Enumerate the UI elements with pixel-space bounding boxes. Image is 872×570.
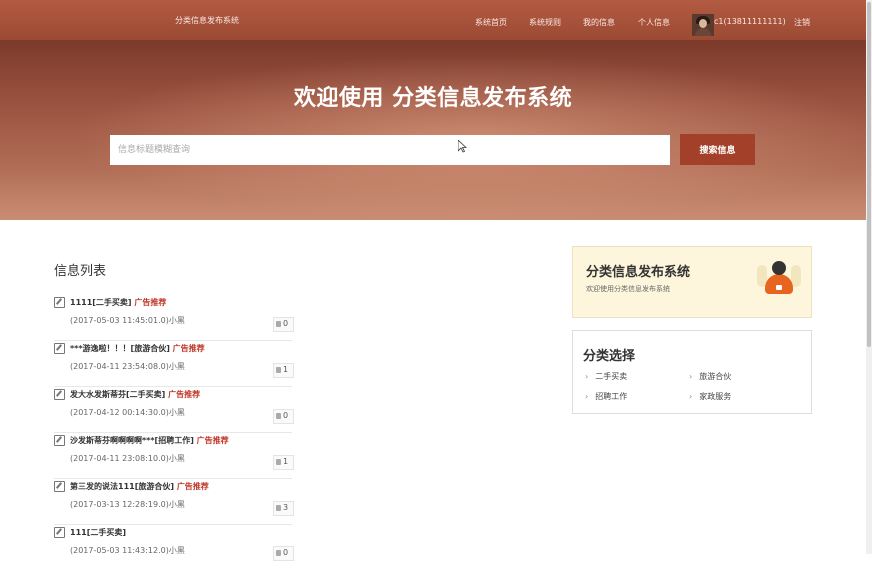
search-button[interactable]: 搜索信息: [680, 134, 755, 165]
item-meta: (2017-04-12 00:14:30.0)小黑: [70, 408, 185, 417]
like-count: 3: [283, 503, 289, 512]
edit-icon: [54, 297, 65, 308]
list-item: 沙发斯蒂芬啊啊啊啊***[招聘工作] 广告推荐 (2017-04-11 23:0…: [54, 432, 294, 479]
ad-tag: 广告推荐: [172, 344, 205, 353]
logout-link[interactable]: 注销: [794, 17, 810, 28]
avatar-body: [695, 28, 711, 36]
promo-panel: 分类信息发布系统 欢迎使用分类信息发布系统: [572, 246, 812, 318]
hero-banner: 欢迎使用 分类信息发布系统 搜索信息: [0, 40, 866, 220]
category-title: 分类选择: [583, 349, 636, 364]
like-count: 1: [283, 365, 289, 374]
thumb-up-icon: [276, 550, 281, 556]
like-button[interactable]: 0: [273, 409, 294, 424]
thumb-up-icon: [276, 321, 281, 327]
ad-tag: 广告推荐: [196, 436, 229, 445]
top-navbar: 分类信息发布系统 系统首页 系统规则 我的信息 个人信息 c1(13811111…: [0, 0, 866, 40]
like-button[interactable]: 1: [273, 363, 294, 378]
ad-tag: 广告推荐: [176, 482, 209, 491]
item-meta: (2017-05-03 11:43:12.0)小黑: [70, 546, 185, 555]
brand-name[interactable]: 分类信息发布系统: [175, 15, 239, 26]
like-button[interactable]: 1: [273, 455, 294, 470]
edit-icon: [54, 481, 65, 492]
scrollbar-thumb[interactable]: [867, 2, 871, 347]
promo-title: 分类信息发布系统: [586, 265, 691, 280]
chevron-right-icon: ›: [585, 372, 589, 381]
section-title: 信息列表: [54, 264, 107, 279]
illustration-badge: [776, 285, 782, 290]
item-title[interactable]: 1111[二手买卖] 广告推荐: [70, 297, 166, 308]
like-count: 0: [283, 548, 289, 557]
category-item[interactable]: › 家政服务: [689, 391, 731, 402]
item-title[interactable]: 111[二手买卖]: [70, 527, 126, 538]
illustration-body: [765, 274, 793, 294]
chevron-right-icon: ›: [689, 372, 693, 381]
hero-title: 欢迎使用 分类信息发布系统: [293, 86, 573, 111]
user-illustration-icon: [757, 259, 801, 303]
thumb-up-icon: [276, 459, 281, 465]
nav-my-info[interactable]: 我的信息: [583, 17, 615, 28]
edit-icon: [54, 527, 65, 538]
item-title[interactable]: 发大水发斯蒂芬[二手买卖] 广告推荐: [70, 389, 200, 400]
list-item: 第三发的说法111[旅游合伙] 广告推荐 (2017-03-13 12:28:1…: [54, 478, 294, 525]
item-meta: (2017-03-13 12:28:19.0)小黑: [70, 500, 185, 509]
avatar-face: [699, 19, 707, 28]
item-title[interactable]: 沙发斯蒂芬啊啊啊啊***[招聘工作] 广告推荐: [70, 435, 229, 446]
like-count: 0: [283, 319, 289, 328]
like-button[interactable]: 0: [273, 317, 294, 332]
nav-home[interactable]: 系统首页: [475, 17, 507, 28]
illustration-head: [772, 261, 786, 275]
thumb-up-icon: [276, 505, 281, 511]
category-item[interactable]: › 二手买卖: [585, 371, 627, 382]
list-item: 111[二手买卖] (2017-05-03 11:43:12.0)小黑 0: [54, 524, 294, 570]
list-item: 发大水发斯蒂芬[二手买卖] 广告推荐 (2017-04-12 00:14:30.…: [54, 386, 294, 433]
category-item[interactable]: › 旅游合伙: [689, 371, 731, 382]
thumb-up-icon: [276, 367, 281, 373]
thumb-up-icon: [276, 413, 281, 419]
like-count: 0: [283, 411, 289, 420]
list-item: ***游逸啦！！！[旅游合伙] 广告推荐 (2017-04-11 23:54:0…: [54, 340, 294, 387]
avatar[interactable]: [692, 14, 714, 36]
category-panel: 分类选择 › 二手买卖 › 旅游合伙 › 招聘工作 › 家政服务: [572, 330, 812, 414]
nav-rules[interactable]: 系统规则: [529, 17, 561, 28]
edit-icon: [54, 435, 65, 446]
edit-icon: [54, 389, 65, 400]
search-input[interactable]: [110, 135, 670, 165]
user-name[interactable]: c1(13811111111): [714, 17, 786, 26]
like-count: 1: [283, 457, 289, 466]
like-button[interactable]: 3: [273, 501, 294, 516]
chevron-right-icon: ›: [585, 392, 589, 401]
nav-profile[interactable]: 个人信息: [638, 17, 670, 28]
ad-tag: 广告推荐: [168, 390, 201, 399]
promo-subtitle: 欢迎使用分类信息发布系统: [586, 285, 670, 293]
edit-icon: [54, 343, 65, 354]
chevron-right-icon: ›: [689, 392, 693, 401]
item-title[interactable]: 第三发的说法111[旅游合伙] 广告推荐: [70, 481, 209, 492]
item-meta: (2017-04-11 23:08:10.0)小黑: [70, 454, 185, 463]
category-item[interactable]: › 招聘工作: [585, 391, 627, 402]
list-item: 1111[二手买卖] 广告推荐 (2017-05-03 11:45:01.0)小…: [54, 294, 294, 341]
item-title[interactable]: ***游逸啦！！！[旅游合伙] 广告推荐: [70, 343, 205, 354]
mouse-cursor-icon: [458, 140, 467, 153]
item-meta: (2017-05-03 11:45:01.0)小黑: [70, 316, 185, 325]
item-meta: (2017-04-11 23:54:08.0)小黑: [70, 362, 185, 371]
ad-tag: 广告推荐: [134, 298, 167, 307]
